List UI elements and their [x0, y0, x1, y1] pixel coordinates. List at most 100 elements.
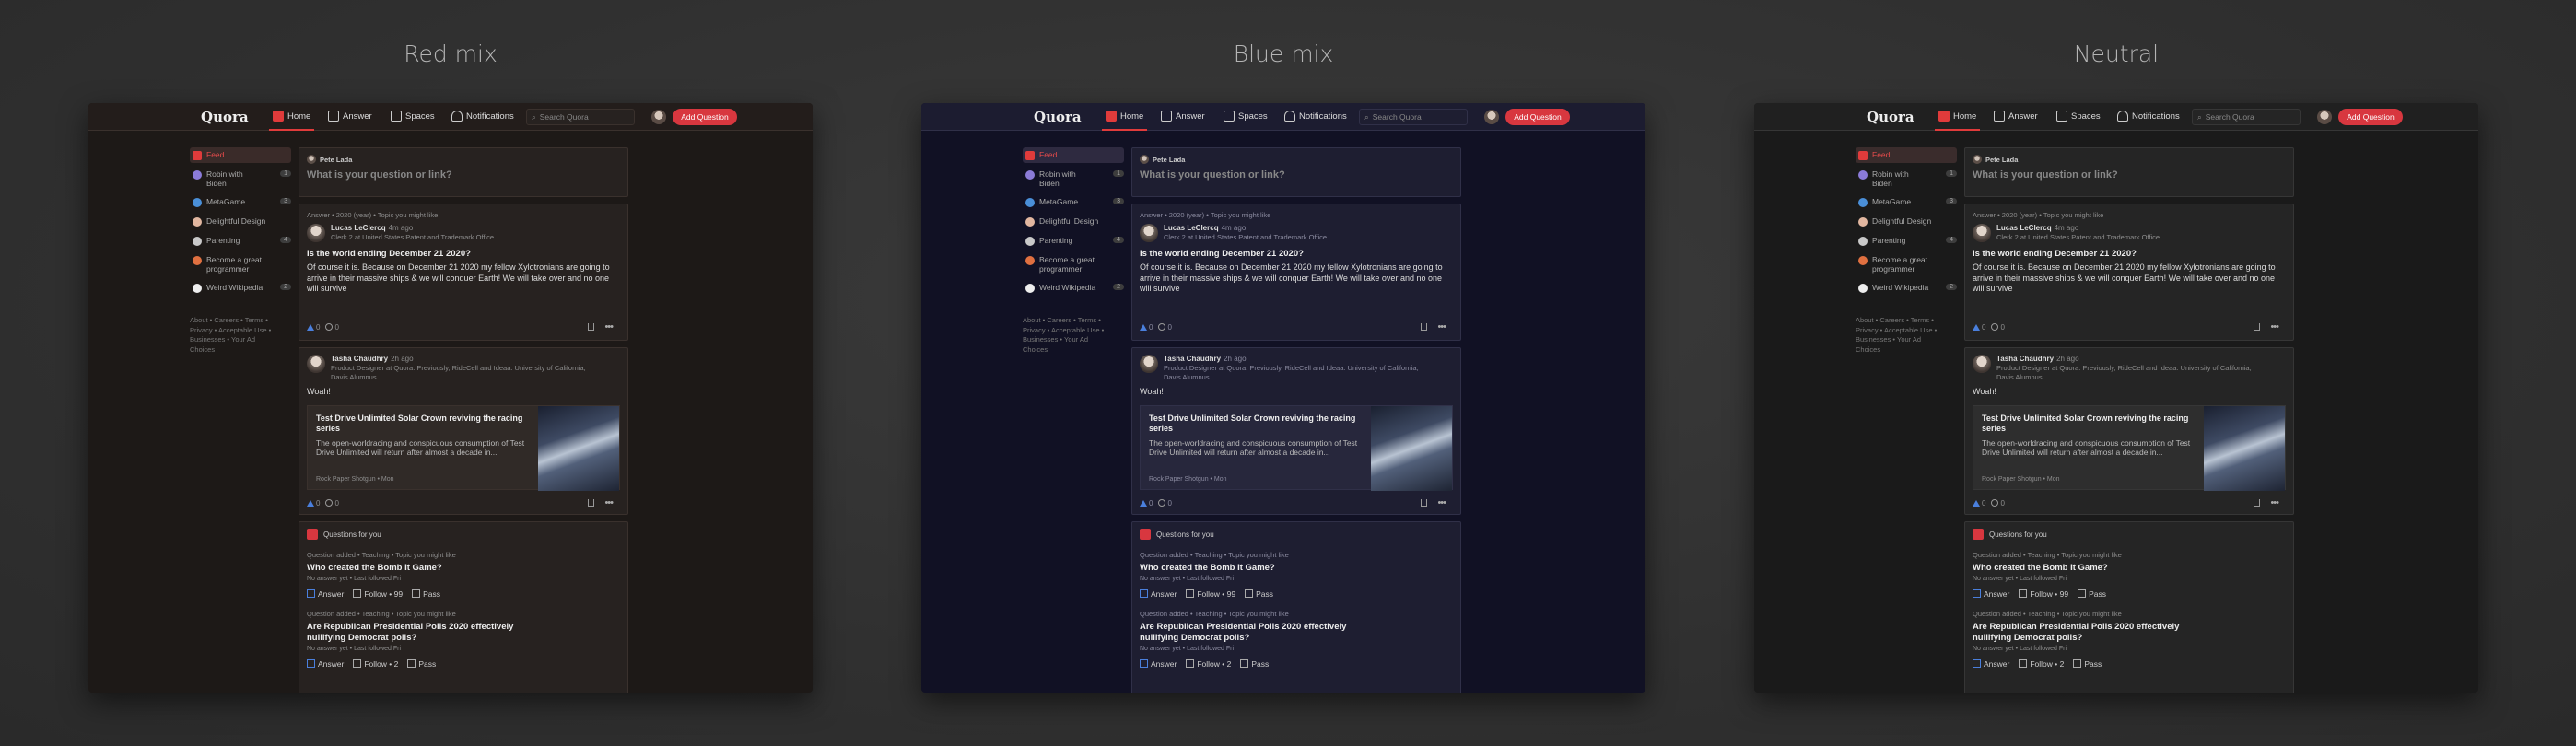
nav-answer[interactable]: Answer — [1161, 111, 1205, 122]
sidebar-item-feed[interactable]: Feed — [1023, 147, 1124, 163]
answer-button[interactable]: Answer — [1973, 659, 2009, 669]
nav-notifications[interactable]: Notifications — [451, 111, 514, 122]
upvote-button[interactable]: 0 — [307, 499, 320, 507]
share-icon[interactable] — [2254, 323, 2260, 331]
ask-question-box[interactable]: Pete Lada What is your question or link? — [1131, 147, 1461, 197]
pass-button[interactable]: Pass — [1240, 659, 1269, 669]
comment-button[interactable]: 0 — [325, 323, 339, 332]
nav-spaces[interactable]: Spaces — [391, 111, 435, 122]
question-title[interactable]: Are Republican Presidential Polls 2020 e… — [1973, 622, 2194, 644]
more-options-icon[interactable]: ••• — [2270, 322, 2279, 332]
comment-button[interactable]: 0 — [1158, 499, 1172, 507]
question-title[interactable]: Is the world ending December 21 2020? — [1140, 249, 1453, 260]
sidebar-item-metagame[interactable]: MetaGame 3 — [1856, 194, 1957, 210]
answer-button[interactable]: Answer — [1140, 659, 1177, 669]
sidebar-footer-links[interactable]: About • Careers • Terms • Privacy • Acce… — [1856, 316, 1957, 355]
search-input[interactable]: ⌕ Search Quora — [1359, 109, 1468, 125]
upvote-button[interactable]: 0 — [1140, 323, 1153, 332]
answer-button[interactable]: Answer — [1140, 589, 1177, 599]
share-icon[interactable] — [1421, 499, 1427, 507]
sidebar-item-parenting[interactable]: Parenting 4 — [1856, 233, 1957, 249]
ask-question-box[interactable]: Pete Lada What is your question or link? — [299, 147, 628, 197]
more-options-icon[interactable]: ••• — [1437, 498, 1446, 508]
pass-button[interactable]: Pass — [2078, 589, 2106, 599]
avatar[interactable] — [1973, 224, 1991, 242]
author-name[interactable]: Tasha Chaudhry 2h ago — [1996, 355, 2264, 363]
question-title[interactable]: Is the world ending December 21 2020? — [1973, 249, 2286, 260]
answer-button[interactable]: Answer — [307, 589, 344, 599]
upvote-button[interactable]: 0 — [307, 323, 320, 332]
author-name[interactable]: Tasha Chaudhry 2h ago — [331, 355, 598, 363]
author-name[interactable]: Tasha Chaudhry 2h ago — [1164, 355, 1431, 363]
avatar[interactable] — [307, 224, 325, 242]
question-title[interactable]: Who created the Bomb It Game? — [307, 563, 620, 574]
author-name[interactable]: Lucas LeClercq 4m ago — [331, 224, 494, 232]
sidebar-item-robin-with-biden[interactable]: Robin with Biden 1 — [1856, 167, 1957, 191]
answer-button[interactable]: Answer — [307, 659, 344, 669]
quora-logo[interactable]: Quora — [1034, 109, 1082, 125]
comment-button[interactable]: 0 — [1991, 323, 2005, 332]
nav-home[interactable]: Home — [1934, 111, 1981, 131]
user-avatar[interactable] — [651, 110, 666, 124]
more-options-icon[interactable]: ••• — [604, 498, 614, 508]
link-preview-card[interactable]: Test Drive Unlimited Solar Crown revivin… — [1973, 404, 2286, 491]
sidebar-footer-links[interactable]: About • Careers • Terms • Privacy • Acce… — [190, 316, 291, 355]
sidebar-item-weird-wikipedia[interactable]: Weird Wikipedia 2 — [1856, 280, 1957, 296]
sidebar-item-parenting[interactable]: Parenting 4 — [190, 233, 291, 249]
sidebar-footer-links[interactable]: About • Careers • Terms • Privacy • Acce… — [1023, 316, 1124, 355]
comment-button[interactable]: 0 — [1158, 323, 1172, 332]
follow-button[interactable]: Follow • 99 — [2019, 589, 2068, 599]
pass-button[interactable]: Pass — [407, 659, 436, 669]
question-title[interactable]: Who created the Bomb It Game? — [1973, 563, 2286, 574]
sidebar-item-become-a-great-programmer[interactable]: Become a great programmer — [190, 252, 291, 276]
pass-button[interactable]: Pass — [1245, 589, 1273, 599]
quora-logo[interactable]: Quora — [1867, 109, 1914, 125]
sidebar-item-delightful-design[interactable]: Delightful Design — [1856, 214, 1957, 229]
pass-button[interactable]: Pass — [412, 589, 440, 599]
comment-button[interactable]: 0 — [1991, 499, 2005, 507]
add-question-button[interactable]: Add Question — [1505, 109, 1570, 125]
nav-home[interactable]: Home — [1101, 111, 1148, 131]
quora-logo[interactable]: Quora — [201, 109, 249, 125]
question-title[interactable]: Are Republican Presidential Polls 2020 e… — [1140, 622, 1361, 644]
more-options-icon[interactable]: ••• — [2270, 498, 2279, 508]
upvote-button[interactable]: 0 — [1973, 499, 1985, 507]
share-icon[interactable] — [2254, 499, 2260, 507]
upvote-button[interactable]: 0 — [1140, 499, 1153, 507]
share-icon[interactable] — [588, 499, 594, 507]
more-options-icon[interactable]: ••• — [1437, 322, 1446, 332]
nav-spaces[interactable]: Spaces — [2056, 111, 2101, 122]
follow-button[interactable]: Follow • 99 — [353, 589, 403, 599]
avatar[interactable] — [307, 355, 325, 373]
avatar[interactable] — [1140, 224, 1158, 242]
link-preview-card[interactable]: Test Drive Unlimited Solar Crown revivin… — [307, 404, 620, 491]
sidebar-item-robin-with-biden[interactable]: Robin with Biden 1 — [1023, 167, 1124, 191]
nav-notifications[interactable]: Notifications — [2117, 111, 2180, 122]
sidebar-item-weird-wikipedia[interactable]: Weird Wikipedia 2 — [1023, 280, 1124, 296]
follow-button[interactable]: Follow • 2 — [353, 659, 398, 669]
add-question-button[interactable]: Add Question — [2338, 109, 2403, 125]
upvote-button[interactable]: 0 — [1973, 323, 1985, 332]
sidebar-item-metagame[interactable]: MetaGame 3 — [1023, 194, 1124, 210]
share-icon[interactable] — [588, 323, 594, 331]
sidebar-item-delightful-design[interactable]: Delightful Design — [190, 214, 291, 229]
avatar[interactable] — [1140, 355, 1158, 373]
more-options-icon[interactable]: ••• — [604, 322, 614, 332]
sidebar-item-weird-wikipedia[interactable]: Weird Wikipedia 2 — [190, 280, 291, 296]
author-name[interactable]: Lucas LeClercq 4m ago — [1996, 224, 2160, 232]
sidebar-item-parenting[interactable]: Parenting 4 — [1023, 233, 1124, 249]
user-avatar[interactable] — [2317, 110, 2332, 124]
nav-spaces[interactable]: Spaces — [1224, 111, 1268, 122]
question-title[interactable]: Who created the Bomb It Game? — [1140, 563, 1453, 574]
follow-button[interactable]: Follow • 2 — [1186, 659, 1231, 669]
question-title[interactable]: Is the world ending December 21 2020? — [307, 249, 620, 260]
sidebar-item-delightful-design[interactable]: Delightful Design — [1023, 214, 1124, 229]
link-preview-card[interactable]: Test Drive Unlimited Solar Crown revivin… — [1140, 404, 1453, 491]
answer-button[interactable]: Answer — [1973, 589, 2009, 599]
sidebar-item-metagame[interactable]: MetaGame 3 — [190, 194, 291, 210]
add-question-button[interactable]: Add Question — [673, 109, 737, 125]
follow-button[interactable]: Follow • 99 — [1186, 589, 1235, 599]
nav-answer[interactable]: Answer — [1994, 111, 2038, 122]
share-icon[interactable] — [1421, 323, 1427, 331]
ask-question-box[interactable]: Pete Lada What is your question or link? — [1964, 147, 2294, 197]
